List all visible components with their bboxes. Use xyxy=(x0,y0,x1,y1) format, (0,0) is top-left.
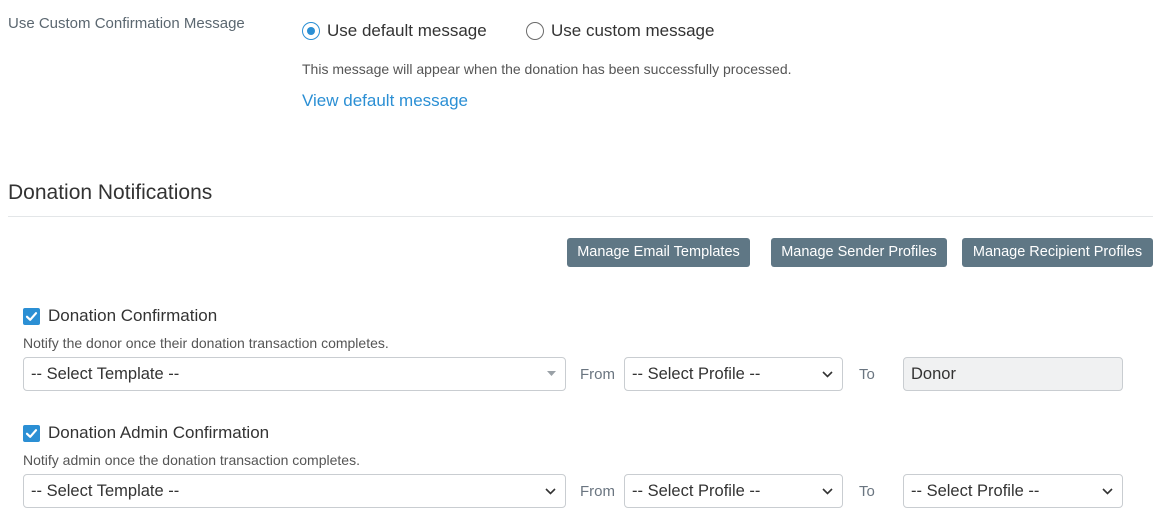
radio-selected-icon[interactable] xyxy=(302,22,320,40)
to-label: To xyxy=(859,483,875,500)
from-profile-value: -- Select Profile -- xyxy=(632,365,761,383)
donation-admin-confirmation-toggle[interactable]: Donation Admin Confirmation xyxy=(23,423,269,443)
chevron-down-icon xyxy=(822,358,833,390)
template-select[interactable]: -- Select Template -- xyxy=(23,357,566,391)
template-select-value: -- Select Template -- xyxy=(31,365,180,383)
to-recipient-field: Donor xyxy=(903,357,1123,391)
radio-use-default-label: Use default message xyxy=(327,21,487,40)
view-default-message-link[interactable]: View default message xyxy=(302,91,468,111)
checkbox-check-icon[interactable] xyxy=(23,307,40,325)
from-profile-select[interactable]: -- Select Profile -- xyxy=(624,474,843,508)
manage-recipient-profiles-button[interactable]: Manage Recipient Profiles xyxy=(962,238,1153,267)
radio-use-default-message[interactable]: Use default message xyxy=(302,21,487,41)
custom-confirmation-label: Use Custom Confirmation Message xyxy=(8,15,245,32)
section-title: Donation Notifications xyxy=(8,181,213,204)
template-select[interactable]: -- Select Template -- xyxy=(23,474,566,508)
donation-admin-confirmation-label: Donation Admin Confirmation xyxy=(48,423,270,442)
manage-sender-profiles-button[interactable]: Manage Sender Profiles xyxy=(771,238,947,267)
donation-admin-confirmation-description: Notify admin once the donation transacti… xyxy=(23,452,360,468)
radio-use-custom-message[interactable]: Use custom message xyxy=(526,21,714,41)
radio-unselected-icon[interactable] xyxy=(526,22,544,40)
template-select-value: -- Select Template -- xyxy=(31,482,180,500)
confirmation-hint: This message will appear when the donati… xyxy=(302,61,792,77)
from-label: From xyxy=(580,366,615,383)
donation-confirmation-label: Donation Confirmation xyxy=(48,306,218,325)
from-profile-value: -- Select Profile -- xyxy=(632,482,761,500)
donation-confirmation-description: Notify the donor once their donation tra… xyxy=(23,335,389,351)
donation-confirmation-toggle[interactable]: Donation Confirmation xyxy=(23,306,217,326)
manage-email-templates-button[interactable]: Manage Email Templates xyxy=(567,238,750,267)
from-label: From xyxy=(580,483,615,500)
to-recipient-value: Donor xyxy=(911,365,956,383)
section-divider xyxy=(8,216,1153,217)
radio-use-custom-label: Use custom message xyxy=(551,21,715,40)
to-profile-value: -- Select Profile -- xyxy=(911,482,1040,500)
caret-down-icon xyxy=(547,358,556,390)
to-profile-select[interactable]: -- Select Profile -- xyxy=(903,474,1123,508)
to-label: To xyxy=(859,366,875,383)
checkbox-check-icon[interactable] xyxy=(23,424,40,442)
from-profile-select[interactable]: -- Select Profile -- xyxy=(624,357,843,391)
chevron-down-icon xyxy=(1102,475,1113,507)
chevron-down-icon xyxy=(545,475,556,507)
chevron-down-icon xyxy=(822,475,833,507)
